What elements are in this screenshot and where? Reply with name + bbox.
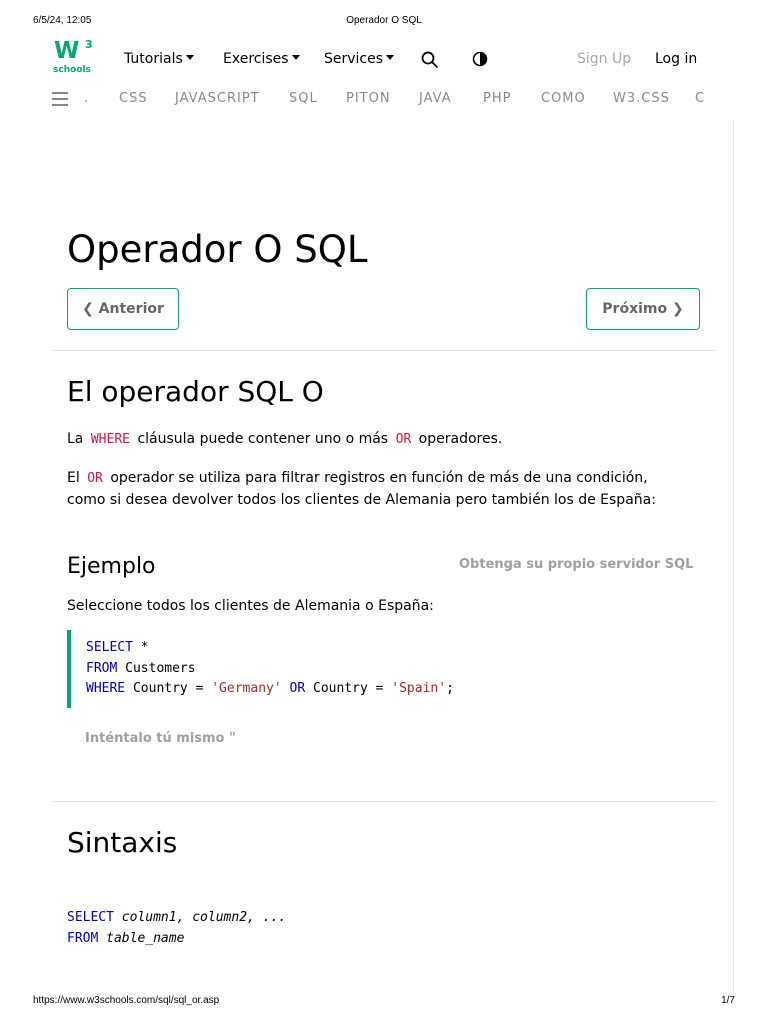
topic-subnav: . CSS JAVASCRIPT SQL PITÓN JAVA PHP CÓMO… [0,88,768,112]
logo-sup: 3 [85,38,93,51]
nav-exercises-label: Exercises [223,51,289,67]
get-sql-server-link[interactable]: Obtenga su propio servidor SQL [459,557,693,572]
nav-services-label: Services [324,51,384,67]
sql-string: 'Spain' [391,681,447,696]
sql-keyword: SELECT [86,640,133,655]
example-intro: Seleccione todos los clientes de Alemani… [67,598,434,614]
divider [52,801,716,802]
w3schools-logo[interactable]: W 3 schools [52,38,96,80]
code-line: WHERE Country = 'Germany' OR Country = '… [86,679,454,699]
paragraph-or-operator-cont: como si desea devolver todos los cliente… [67,492,656,508]
contrast-toggle-icon[interactable] [472,51,488,67]
logo-main: W [54,38,79,64]
nav-exercises-dropdown[interactable]: Exercises [223,51,300,67]
code-line: FROM table_name [67,929,184,949]
login-link[interactable]: Log in [655,51,697,67]
sql-string: 'Germany' [211,681,282,696]
search-icon[interactable] [421,51,438,68]
text: El [67,470,80,486]
subnav-item-java[interactable]: JAVA [419,91,452,106]
paragraph-where-clause: La WHERE cláusula puede contener uno o m… [67,428,502,451]
paragraph-or-operator: El OR operador se utiliza para filtrar r… [67,467,648,490]
nav-services-dropdown[interactable]: Services [324,51,395,67]
inline-code-where: WHERE [90,432,130,447]
code-line: SELECT column1, column2, ... [67,908,286,928]
text: cláusula puede contener uno o más [137,431,389,447]
print-header: 6/5/24, 12:05 Operador O SQL [0,15,768,29]
inline-code-or: OR [87,471,103,486]
top-navbar: W 3 schools Tutorials Exercises Services… [0,38,768,82]
syntax-title: Sintaxis [67,826,178,859]
previous-button[interactable]: ❮ Anterior [67,288,179,330]
menu-icon[interactable] [52,92,68,106]
sql-text: Country = [305,681,392,696]
sql-keyword: SELECT [67,910,114,925]
syntax-code-block: SELECT column1, column2, ... FROM table_… [67,906,567,950]
sql-text: * [132,640,149,655]
text: operadores. [418,431,503,447]
sql-keyword: FROM [67,931,99,946]
nav-tutorials-label: Tutorials [124,51,183,67]
print-doc-title: Operador O SQL [346,15,422,26]
subnav-item-w3css[interactable]: W3.CSS [613,91,670,106]
sql-keyword: FROM [86,661,118,676]
subnav-item-sql[interactable]: SQL [289,91,318,106]
caret-down-icon [386,55,395,60]
try-it-yourself-button[interactable]: Inténtalo tú mismo " [85,731,236,746]
subnav-item-javascript[interactable]: JAVASCRIPT [175,91,260,106]
sql-keyword: OR [281,681,306,696]
inline-code-or: OR [395,432,412,447]
subnav-items: . CSS JAVASCRIPT SQL PITÓN JAVA PHP CÓMO… [84,91,704,111]
text: La [67,431,84,447]
subnav-item-piton[interactable]: PITÓN [346,91,391,106]
sql-text: Customers [117,661,196,676]
print-page-number: 1/7 [721,995,735,1006]
subnav-item-css[interactable]: CSS [119,91,148,106]
content-divider [733,120,734,1000]
sql-placeholder: column1, column2, ... [113,910,287,925]
code-line: FROM Customers [86,659,196,679]
sql-keyword: WHERE [86,681,126,696]
sql-placeholder: table_name [98,931,185,946]
logo-sub: schools [53,65,91,75]
example-code-block: SELECT * FROM Customers WHERE Country = … [67,630,591,708]
next-button[interactable]: Próximo ❯ [586,288,700,330]
print-url: https://www.w3schools.com/sql/sql_or.asp [33,995,220,1006]
caret-down-icon [185,55,194,60]
subnav-item-dot[interactable]: . [84,91,89,106]
print-footer: https://www.w3schools.com/sql/sql_or.asp… [0,995,768,1009]
code-line: SELECT * [86,638,149,658]
page-title: Operador O SQL [67,228,368,271]
subnav-item-como[interactable]: CÓMO [541,91,586,106]
nav-tutorials-dropdown[interactable]: Tutorials [124,51,194,67]
subnav-item-php[interactable]: PHP [483,91,511,106]
signup-link[interactable]: Sign Up [577,51,631,67]
caret-down-icon [291,55,300,60]
subnav-item-c[interactable]: C [695,91,704,106]
example-title: Ejemplo [67,554,156,579]
text: operador se utiliza para filtrar registr… [110,470,648,486]
sql-text: Country = [125,681,212,696]
sql-text: ; [446,681,454,696]
section-title: El operador SQL O [67,375,324,408]
divider [52,350,716,351]
